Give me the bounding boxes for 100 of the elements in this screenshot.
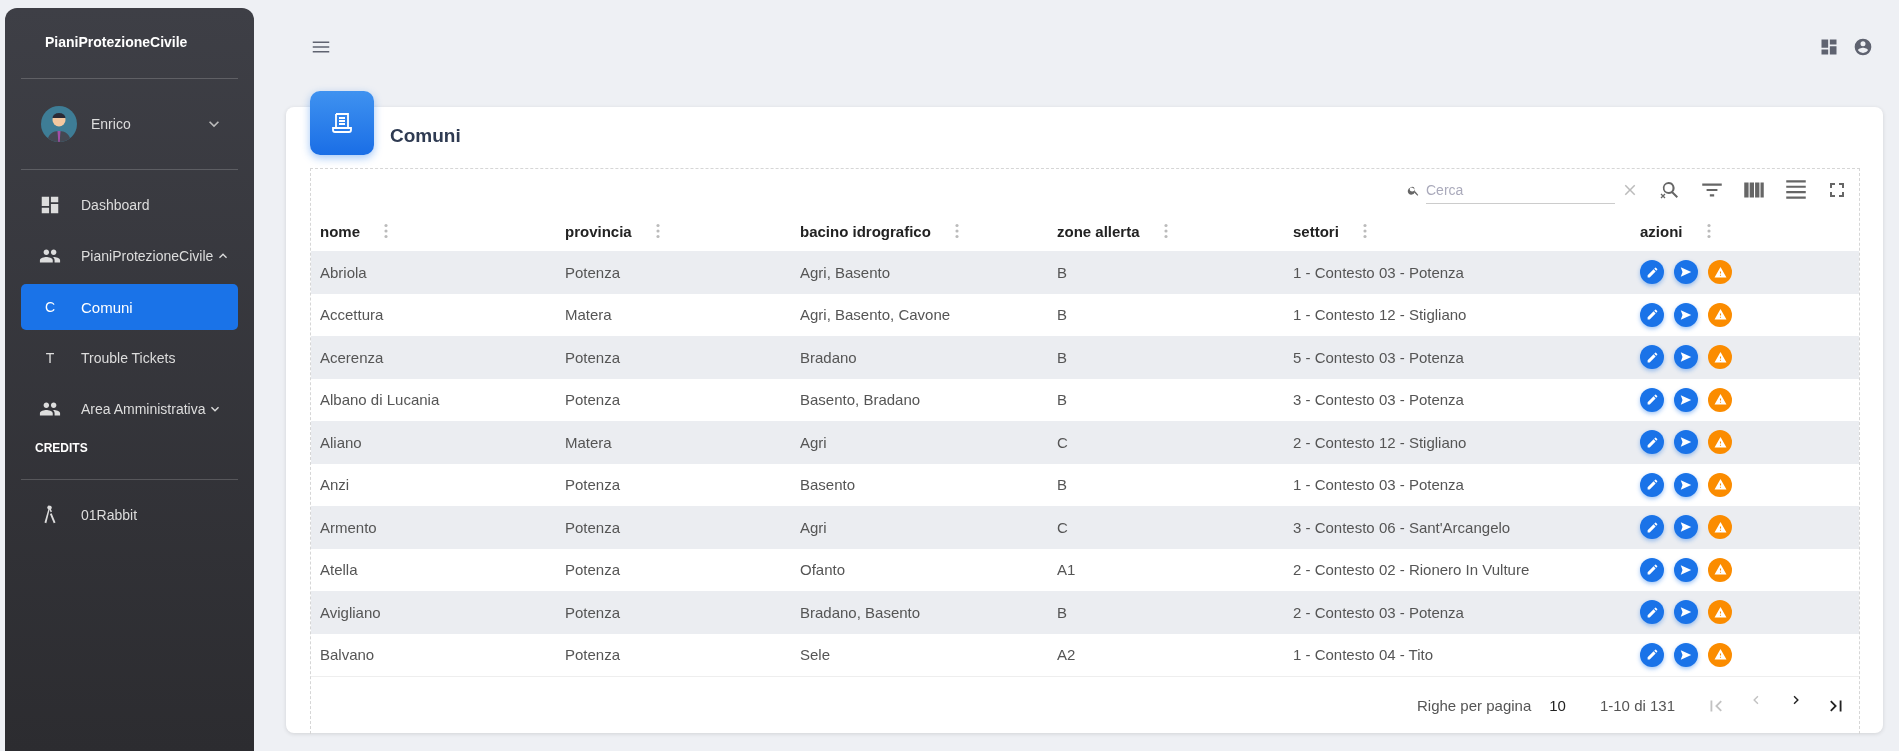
column-header[interactable]: settori [1293,222,1339,240]
table-cell: 5 - Contesto 03 - Potenza [1284,336,1631,379]
edit-button[interactable] [1640,472,1664,497]
nav-item[interactable]: T Trouble Tickets [21,335,238,381]
table-cell-text: Accettura [319,305,385,326]
warning-icon [1713,265,1727,279]
send-button[interactable] [1674,345,1698,370]
table-cell-text: 3 - Contesto 03 - Potenza [1292,390,1465,411]
warning-button[interactable] [1708,260,1732,285]
send-button[interactable] [1674,472,1698,497]
edit-button[interactable] [1640,515,1664,540]
table-cell: Bradano [791,336,1048,379]
warning-icon [1713,520,1727,534]
warning-icon [1713,393,1727,407]
table-cell: Matera [556,421,791,464]
letter-icon: T [39,350,61,366]
column-header[interactable]: azioni [1640,222,1683,240]
edit-button[interactable] [1640,557,1664,582]
warning-button[interactable] [1708,557,1732,582]
send-button[interactable] [1674,600,1698,625]
table-cell-text: 1 - Contesto 12 - Stigliano [1292,305,1468,326]
nav-group[interactable]: Area Amministrativa [21,386,238,432]
table-cell: 1 - Contesto 03 - Potenza [1284,251,1631,294]
user-name[interactable]: Enrico [91,116,190,132]
send-button[interactable] [1674,430,1698,455]
dashboard-button[interactable] [1819,37,1839,57]
edit-button[interactable] [1640,345,1664,370]
edit-button[interactable] [1640,260,1664,285]
warning-button[interactable] [1708,642,1732,667]
more-vertical-icon [1163,224,1168,238]
table-cell: C [1048,421,1284,464]
table-cell: Agri, Basento [791,251,1048,294]
edit-button[interactable] [1640,600,1664,625]
table-cell: 2 - Contesto 03 - Potenza [1284,591,1631,634]
table-cell: Potenza [556,336,791,379]
table-cell: Aliano [311,421,556,464]
table-cell-text: A1 [1056,560,1077,581]
account-icon [1853,37,1873,57]
send-button[interactable] [1674,387,1698,412]
card-title: Comuni [390,125,461,147]
column-header[interactable]: provincia [565,222,632,240]
letter-icon: C [39,299,61,315]
table-cell: B [1048,336,1284,379]
table-cell-text: B [1056,390,1068,411]
warning-button[interactable] [1708,515,1732,540]
send-button[interactable] [1674,260,1698,285]
search-field[interactable]: Cerca [1426,176,1615,204]
table-cell: Acerenza [311,336,556,379]
more-vertical-icon [1706,224,1711,238]
app-title: PianiProtezioneCivile [44,33,189,52]
table-cell: Potenza [556,506,791,549]
warning-button[interactable] [1708,302,1732,327]
table-cell-text: Potenza [564,645,622,666]
warning-icon [1713,648,1727,662]
table-cell-text: Anzi [319,475,351,496]
table-cell: Armento [311,506,556,549]
send-button[interactable] [1674,302,1698,327]
rows-per-page-select[interactable]: 10 [1549,697,1566,714]
column-header[interactable]: nome [320,222,360,240]
table-cell: 2 - Contesto 12 - Stigliano [1284,421,1631,464]
pencil-icon [1645,265,1659,279]
warning-button[interactable] [1708,600,1732,625]
edit-button[interactable] [1640,430,1664,455]
warning-icon [1713,563,1727,577]
warning-button[interactable] [1708,472,1732,497]
more-vertical-icon [1362,224,1367,238]
warning-icon [1713,435,1727,449]
table-cell-text: Ofanto [799,560,847,581]
nav-group[interactable]: PianiProtezioneCivile [21,233,238,279]
table-cell-text: 2 - Contesto 02 - Rionero In Vulture [1292,560,1531,581]
account-button[interactable] [1853,37,1873,57]
table-cell: Agri [791,421,1048,464]
edit-button[interactable] [1640,302,1664,327]
table-cell-text: A2 [1056,645,1077,666]
more-vertical-icon [954,224,959,238]
send-button[interactable] [1674,557,1698,582]
section-heading: CREDITS [34,440,89,457]
warning-button[interactable] [1708,430,1732,455]
warning-button[interactable] [1708,387,1732,412]
table-cell-text: Agri, Basento, Cavone [799,305,952,326]
table-cell-text: Basento [799,475,857,496]
pencil-icon [1645,350,1659,364]
table-cell-text: 1 - Contesto 03 - Potenza [1292,475,1465,496]
column-header[interactable]: bacino idrografico [800,222,931,240]
column-header[interactable]: zone allerta [1057,222,1140,240]
table-cell-text: 1 - Contesto 04 - Tito [1292,645,1435,666]
nav-item[interactable]: C Comuni [21,284,238,330]
pencil-icon [1645,435,1659,449]
edit-button[interactable] [1640,642,1664,667]
send-button[interactable] [1674,515,1698,540]
chevron-right-icon [1791,694,1801,705]
warning-button[interactable] [1708,345,1732,370]
send-button[interactable] [1674,642,1698,667]
nav-item[interactable]: 01Rabbit [21,492,238,538]
warning-icon [1713,605,1727,619]
pencil-icon [1645,563,1659,577]
table-cell-text: Basento, Bradano [799,390,922,411]
nav-item[interactable]: Dashboard [21,182,238,228]
edit-button[interactable] [1640,387,1664,412]
table-cell: B [1048,251,1284,294]
